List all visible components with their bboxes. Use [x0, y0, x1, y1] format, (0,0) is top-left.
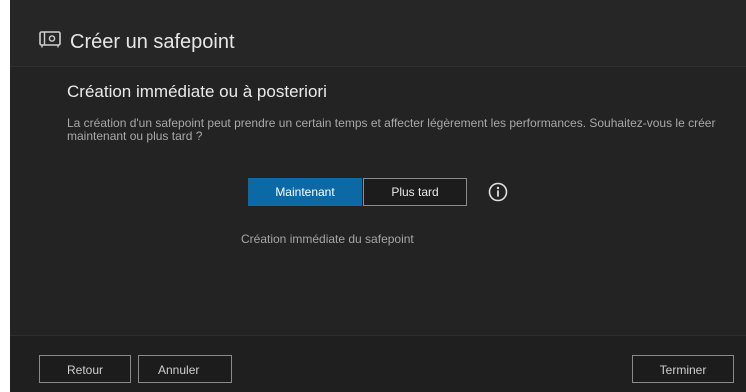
dialog-header: Créer un safepoint	[10, 0, 746, 67]
cancel-button[interactable]: Annuler	[138, 355, 232, 383]
safepoint-dialog: Créer un safepoint Création immédiate ou…	[10, 0, 746, 392]
info-icon[interactable]	[488, 182, 508, 202]
option-caption: Création immédiate du safepoint	[241, 232, 414, 246]
dialog-title: Créer un safepoint	[70, 31, 235, 53]
section-description: La création d'un safepoint peut prendre …	[67, 116, 716, 143]
dialog-footer: Retour Annuler Terminer	[10, 335, 746, 392]
later-button[interactable]: Plus tard	[363, 178, 467, 206]
now-button[interactable]: Maintenant	[248, 178, 362, 206]
back-button[interactable]: Retour	[39, 355, 131, 383]
section-heading: Création immédiate ou à posteriori	[67, 82, 327, 101]
finish-button[interactable]: Terminer	[632, 355, 734, 383]
safe-icon	[39, 31, 61, 48]
